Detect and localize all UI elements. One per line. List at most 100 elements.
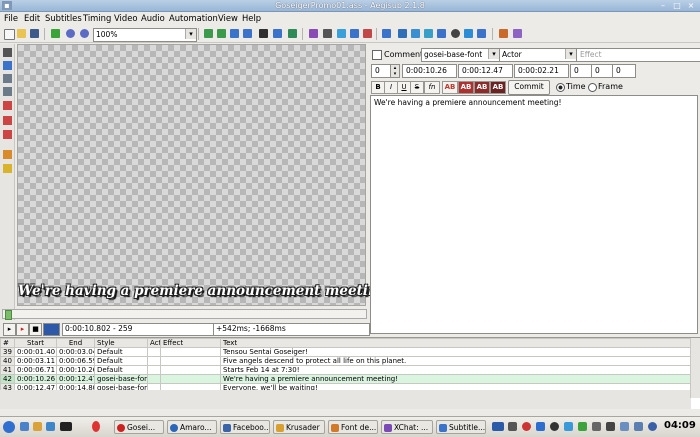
autoscroll-icon[interactable] (43, 323, 60, 336)
browser-icon[interactable] (46, 422, 55, 431)
show-desktop-icon[interactable] (20, 422, 29, 431)
bluetooth-icon[interactable] (536, 422, 545, 431)
video-seek-slider[interactable] (2, 309, 367, 320)
power-icon[interactable] (648, 422, 657, 431)
menu-edit[interactable]: Edit (24, 13, 40, 23)
tray-clock-icon[interactable] (550, 422, 559, 431)
style-assistant-icon[interactable] (424, 29, 433, 38)
tray-app-icon[interactable] (508, 422, 517, 431)
menu-file[interactable]: File (4, 13, 18, 23)
help-tool-icon[interactable] (3, 164, 12, 173)
play-line-icon[interactable]: ▸ (16, 323, 29, 336)
styles-manager-icon[interactable] (309, 29, 318, 38)
task-amarok[interactable]: Amaro... (167, 420, 217, 434)
video-snap-end-icon[interactable] (273, 29, 282, 38)
style-select[interactable]: gosei-base-font ▾ (421, 48, 500, 62)
timing-clock-icon[interactable] (451, 29, 460, 38)
find-icon[interactable] (350, 29, 359, 38)
tray-notification-icon[interactable] (522, 422, 531, 431)
table-row[interactable]: 40 0:00:03.11 0:00:06.59 Default Five an… (0, 356, 691, 366)
video-display[interactable]: We're having a premiere announcement mee… (17, 44, 393, 306)
timing-postprocessor-icon[interactable] (217, 29, 226, 38)
resample-icon[interactable] (398, 29, 407, 38)
table-row[interactable]: 41 0:00:06.71 0:00:10.26 Default Starts … (0, 365, 691, 375)
secondary-color-button[interactable]: AB (458, 81, 474, 94)
video-snap-scene-icon[interactable] (288, 29, 297, 38)
col-effect-header[interactable]: Effect (160, 338, 221, 348)
duration-field[interactable]: 0:00:02.21 (514, 64, 569, 78)
translation-assistant-icon[interactable] (411, 29, 420, 38)
realtime-icon[interactable] (3, 150, 12, 159)
visual-typesetting-icon[interactable] (477, 29, 486, 38)
new-file-icon[interactable] (4, 29, 15, 40)
fonts-collector-icon[interactable] (464, 29, 473, 38)
drag-tool-icon[interactable] (3, 61, 12, 70)
table-row-active[interactable]: 42 0:00:10.26 0:00:12.47 gosei-base-font… (0, 374, 691, 384)
layer-spin-arrows-icon[interactable]: ▴ ▾ (390, 64, 400, 78)
clip-tool-icon[interactable] (3, 116, 12, 125)
standard-tool-icon[interactable] (3, 48, 12, 57)
rotate-z-tool-icon[interactable] (3, 74, 12, 83)
open-file-icon[interactable] (17, 29, 26, 38)
menu-video[interactable]: Video (114, 13, 137, 23)
actor-select[interactable]: Actor ▾ (499, 48, 577, 62)
primary-color-button[interactable]: AB (442, 81, 458, 94)
effect-field[interactable]: Effect (576, 48, 700, 62)
stop-icon[interactable]: ■ (29, 323, 42, 336)
underline-button[interactable]: U (397, 81, 411, 94)
col-start-header[interactable]: Start (14, 338, 57, 348)
updates-icon[interactable] (634, 422, 643, 431)
menu-automation[interactable]: Automation (169, 13, 218, 23)
task-font[interactable]: Font de... (328, 420, 378, 434)
italic-button[interactable]: I (384, 81, 398, 94)
network-icon[interactable] (564, 422, 573, 431)
bold-button[interactable]: B (371, 81, 385, 94)
menu-view[interactable]: View (218, 13, 238, 23)
zoom-in-icon[interactable] (66, 29, 75, 38)
clipboard-icon[interactable] (592, 422, 601, 431)
menu-subtitles[interactable]: Subtitles (45, 13, 82, 23)
table-row[interactable]: 39 0:00:01.40 0:00:03.04 Default Tensou … (0, 347, 691, 357)
grid-vertical-scrollbar[interactable] (690, 338, 700, 398)
attachments-icon[interactable] (337, 29, 346, 38)
automation-icon[interactable] (382, 29, 391, 38)
battery-icon[interactable] (620, 422, 629, 431)
end-time-field[interactable]: 0:00:12.47 (458, 64, 513, 78)
vector-clip-tool-icon[interactable] (3, 130, 12, 139)
seek-thumb[interactable] (5, 310, 12, 320)
time-radio[interactable] (556, 83, 565, 92)
shadow-color-button[interactable]: AB (490, 81, 506, 94)
outline-color-button[interactable]: AB (474, 81, 490, 94)
col-style-header[interactable]: Style (94, 338, 148, 348)
shift-times-icon[interactable] (204, 29, 213, 38)
menu-timing[interactable]: Timing (83, 13, 111, 23)
comment-checkbox[interactable] (372, 50, 382, 60)
clock[interactable]: 04:09 (664, 420, 696, 431)
spell-check-icon[interactable] (437, 29, 446, 38)
col-end-header[interactable]: End (56, 338, 95, 348)
opera-icon[interactable] (92, 421, 100, 432)
margin-vertical-field[interactable]: 0 (612, 64, 636, 78)
kanji-timer-icon[interactable] (230, 29, 239, 38)
commit-button[interactable]: Commit (508, 80, 550, 95)
subtitle-text-editor[interactable]: We're having a premiere announcement mee… (370, 95, 698, 334)
maximize-icon[interactable]: □ (672, 1, 682, 10)
video-snap-start-icon[interactable] (259, 29, 268, 38)
minimize-icon[interactable]: – (658, 1, 668, 10)
font-button[interactable]: fn (424, 81, 440, 94)
kde-menu-icon[interactable] (3, 421, 15, 433)
skype-icon[interactable] (578, 422, 587, 431)
menu-help[interactable]: Help (242, 13, 261, 23)
volume-icon[interactable] (606, 422, 615, 431)
task-subtitle[interactable]: Subtitle... (436, 420, 486, 434)
frame-radio[interactable] (588, 83, 597, 92)
play-icon[interactable]: ▸ (3, 323, 16, 336)
zoom-out-icon[interactable] (80, 29, 89, 38)
keyboard-layout-icon[interactable] (492, 422, 504, 431)
close-icon[interactable]: × (686, 1, 696, 10)
timing-snap-icon[interactable] (243, 29, 252, 38)
task-facebook[interactable]: Faceboo... (220, 420, 270, 434)
video-time-field[interactable]: 0:00:10.802 - 259 (62, 323, 214, 336)
rotate-xy-tool-icon[interactable] (3, 87, 12, 96)
col-num-header[interactable]: # (0, 338, 15, 348)
